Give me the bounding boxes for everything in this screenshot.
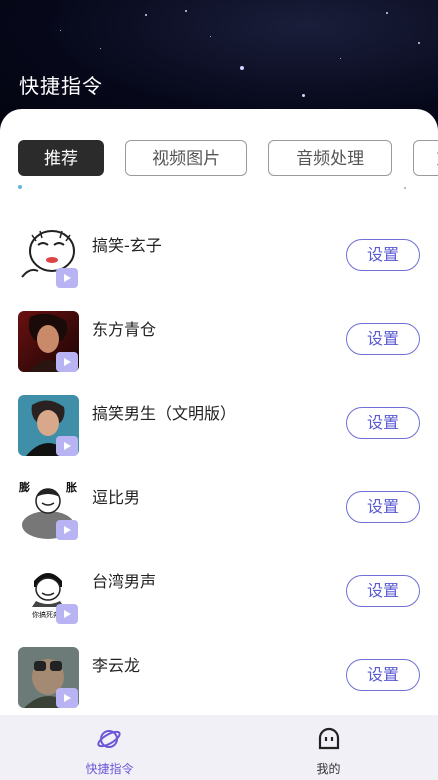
play-icon <box>56 604 78 624</box>
planet-icon <box>97 730 121 748</box>
list-item[interactable]: 搞笑-玄子 设置 <box>0 227 438 311</box>
tab-video-image[interactable]: 视频图片 <box>125 140 248 176</box>
list-item[interactable]: 东方青仓 设置 <box>0 311 438 395</box>
nav-label: 我的 <box>316 762 341 776</box>
list-item[interactable]: 你搞死奔 台湾男声 设置 <box>0 563 438 647</box>
tab-recommend[interactable]: 推荐 <box>18 140 104 176</box>
item-name: 搞笑-玄子 <box>92 236 162 255</box>
thumb-caption: 胀 <box>66 480 77 494</box>
content-sheet: 推荐 视频图片 音频处理 方 搞笑-玄子 设置 <box>0 109 438 715</box>
scroll-indicator <box>404 187 406 189</box>
settings-button[interactable]: 设置 <box>346 407 420 439</box>
play-icon <box>56 688 78 708</box>
scroll-indicator <box>18 185 22 189</box>
thumb-caption: 膨 <box>18 480 30 494</box>
settings-button[interactable]: 设置 <box>346 575 420 607</box>
list-item[interactable]: 李云龙 设置 <box>0 647 438 715</box>
list-item[interactable]: 膨 胀 逗比男 设置 <box>0 479 438 563</box>
play-icon <box>56 520 78 540</box>
item-name: 台湾男声 <box>92 572 157 591</box>
nav-label: 快捷指令 <box>85 762 134 776</box>
face-icon <box>318 727 340 750</box>
settings-button[interactable]: 设置 <box>346 659 420 691</box>
play-icon <box>56 268 78 288</box>
settings-button[interactable]: 设置 <box>346 239 420 271</box>
tab-audio[interactable]: 音频处理 <box>268 140 393 176</box>
bottom-navigation: 快捷指令 我的 <box>0 715 438 780</box>
item-name: 逗比男 <box>92 488 141 507</box>
item-name: 东方青仓 <box>92 320 157 339</box>
settings-button[interactable]: 设置 <box>346 323 420 355</box>
nav-item-me[interactable]: 我的 <box>219 715 438 780</box>
item-name: 李云龙 <box>92 656 141 675</box>
page-title: 快捷指令 <box>19 74 103 98</box>
nav-item-shortcuts[interactable]: 快捷指令 <box>0 715 219 780</box>
tab-more[interactable]: 方 <box>413 140 438 176</box>
play-icon <box>56 352 78 372</box>
play-icon <box>56 436 78 456</box>
list-item[interactable]: 搞笑男生（文明版） 设置 <box>0 395 438 479</box>
item-name: 搞笑男生（文明版） <box>92 404 237 423</box>
category-tabs: 推荐 视频图片 音频处理 方 <box>18 140 438 178</box>
settings-button[interactable]: 设置 <box>346 491 420 523</box>
